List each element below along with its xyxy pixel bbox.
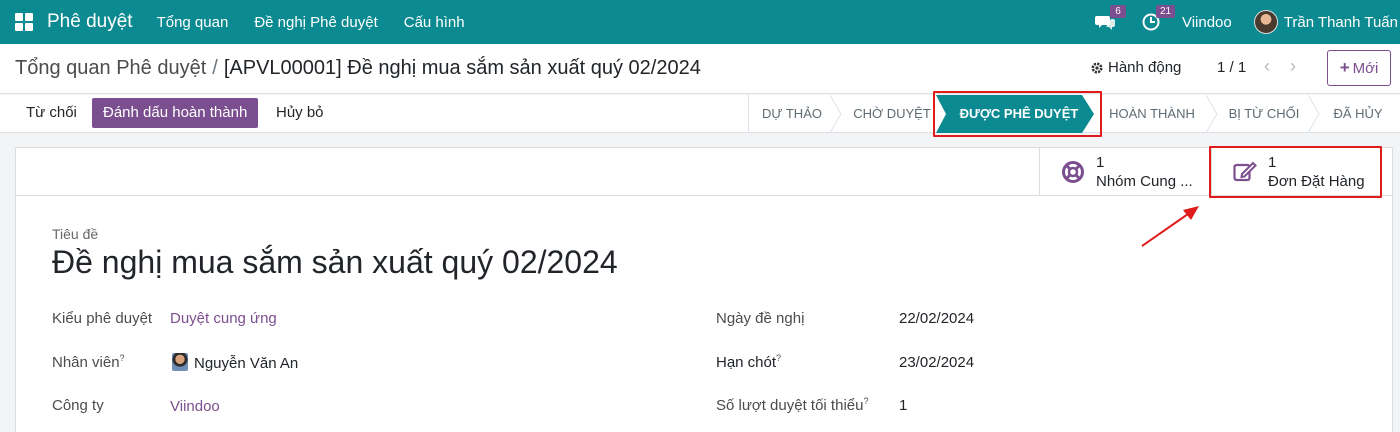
- annotation-arrow: [1141, 206, 1199, 247]
